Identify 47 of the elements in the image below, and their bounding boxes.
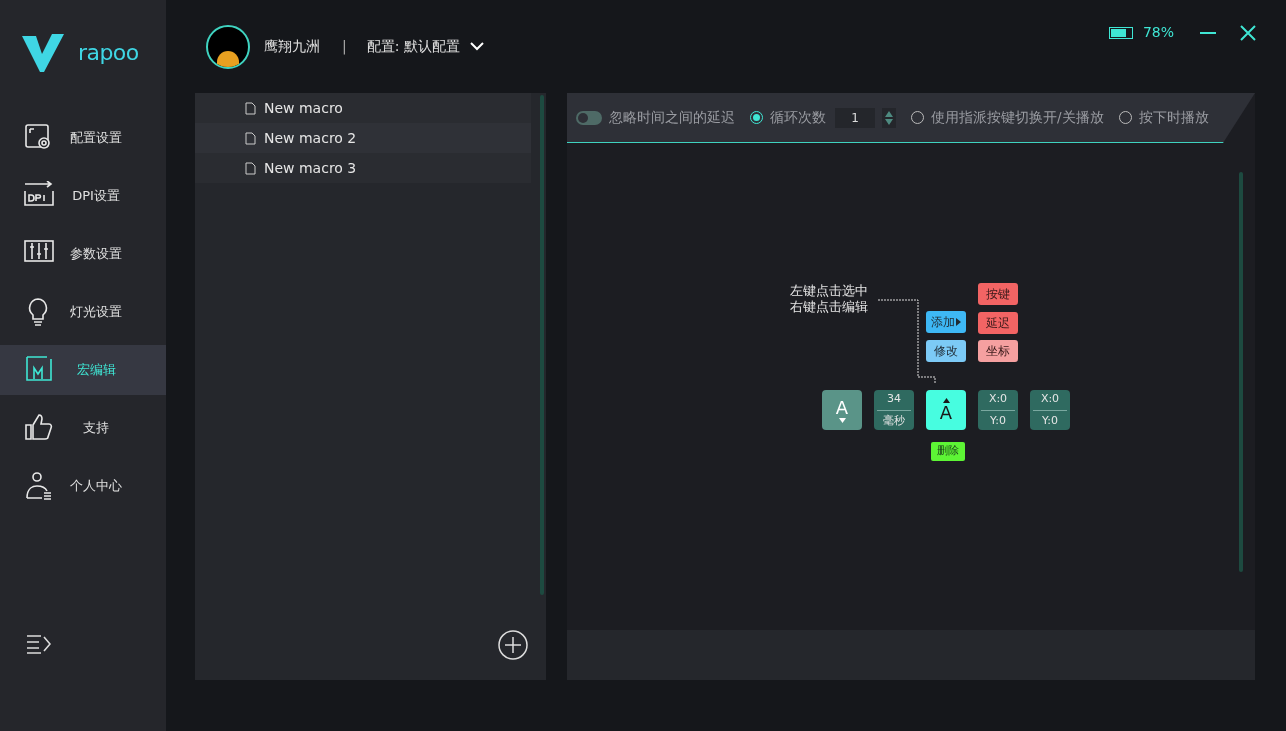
nav-item[interactable]: 个人中心 <box>0 461 166 511</box>
nav-item[interactable]: 配置设置 <box>0 113 166 163</box>
option-label: 忽略时间之间的延迟 <box>609 108 735 128</box>
key-event[interactable]: A <box>926 390 966 430</box>
minimize-icon[interactable] <box>1200 30 1216 35</box>
coordinate-event[interactable]: X:0 Y:0 <box>978 390 1018 430</box>
menu-item[interactable]: 坐标 <box>978 340 1018 362</box>
close-icon[interactable] <box>1240 24 1256 41</box>
nav-item[interactable]: DPI设置 <box>0 171 166 221</box>
battery-percentage: 78% <box>1142 23 1174 42</box>
nav-item[interactable]: 参数设置 <box>0 229 166 279</box>
nav-item[interactable]: 灯光设置 <box>0 287 166 337</box>
macro-list-item[interactable]: New macro <box>195 93 531 123</box>
action-button[interactable]: 添加 <box>926 311 966 333</box>
option-label: 使用指派按键切换开/关播放 <box>931 108 1104 128</box>
separator: | <box>342 37 347 57</box>
logo-icon <box>22 33 64 72</box>
document-icon <box>245 161 256 175</box>
hint-text: 左键点击选中 <box>790 283 868 299</box>
menu-item[interactable]: 按键 <box>978 283 1018 305</box>
document-icon <box>245 131 256 145</box>
toggle-switch[interactable] <box>576 110 602 125</box>
nav-item[interactable]: 宏编辑 <box>0 345 166 395</box>
hint-text: 右键点击编辑 <box>790 299 868 315</box>
user-icon <box>24 471 54 501</box>
document-icon <box>245 101 256 115</box>
stepper[interactable] <box>882 107 896 128</box>
macro-list-item[interactable]: New macro 3 <box>195 153 531 183</box>
nav-item[interactable]: 支持 <box>0 403 166 453</box>
coordinate-event[interactable]: X:0 Y:0 <box>1030 390 1070 430</box>
avatar[interactable] <box>206 24 250 69</box>
count-field[interactable]: 1 <box>835 107 875 128</box>
username: 鹰翔九洲 <box>264 37 320 56</box>
expand-menu-icon[interactable] <box>27 634 51 654</box>
option-label: 循环次数 <box>770 108 826 128</box>
battery-icon <box>1108 26 1133 39</box>
macro-list-item[interactable]: New macro 2 <box>195 123 531 153</box>
add-icon[interactable] <box>498 630 528 660</box>
brand-wordmark: rapoo <box>78 39 139 67</box>
action-button[interactable]: 修改 <box>926 340 966 362</box>
delete-button[interactable]: 删除 <box>931 442 965 461</box>
delay-event[interactable]: 34 毫秒 <box>874 390 914 430</box>
thumbs-up-icon <box>24 413 54 443</box>
menu-item[interactable]: 延迟 <box>978 311 1018 334</box>
option-label: 按下时播放 <box>1138 108 1209 128</box>
profile-dropdown[interactable]: 配置: 默认配置 <box>366 36 484 57</box>
chevron-down-icon <box>469 42 484 51</box>
